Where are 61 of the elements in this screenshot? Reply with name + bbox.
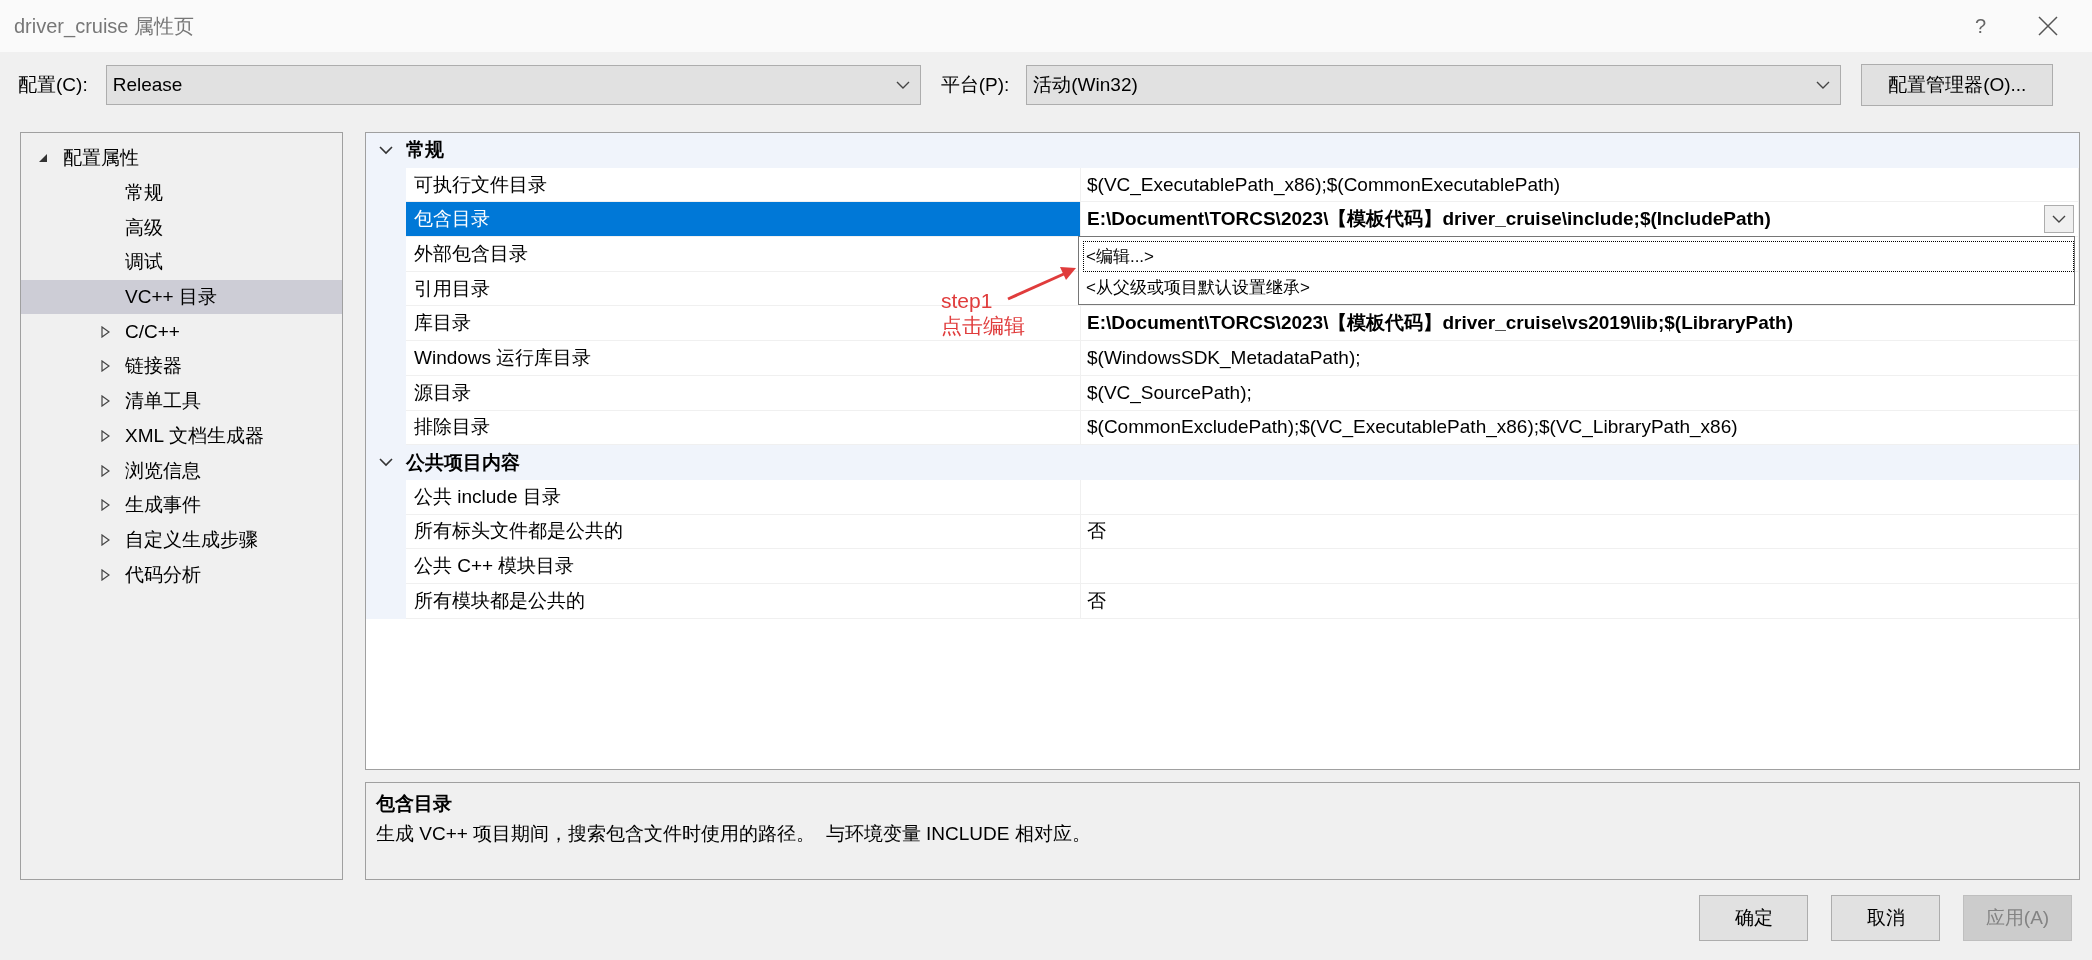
tree-item[interactable]: 生成事件 xyxy=(21,487,342,523)
property-name[interactable]: 外部包含目录 xyxy=(414,240,528,267)
section-header[interactable]: 常规 xyxy=(406,137,444,164)
help-button[interactable]: ? xyxy=(1974,14,1986,38)
property-value[interactable]: 否 xyxy=(1087,587,1106,614)
dialog-button[interactable]: 取消 xyxy=(1831,895,1940,941)
collapsed-arrow-icon[interactable] xyxy=(100,429,110,442)
dialog-button[interactable]: 确定 xyxy=(1699,895,1808,941)
collapsed-arrow-icon[interactable] xyxy=(100,533,110,546)
property-name[interactable]: 可执行文件目录 xyxy=(414,171,547,198)
config-manager-button[interactable]: 配置管理器(O)... xyxy=(1861,64,2054,106)
platform-label: 平台(P): xyxy=(940,73,1010,97)
collapsed-arrow-icon[interactable] xyxy=(100,395,110,408)
chevron-down-icon xyxy=(1816,80,1831,90)
expanded-arrow-icon[interactable] xyxy=(38,153,48,164)
chevron-down-icon xyxy=(895,80,910,90)
property-name[interactable]: 源目录 xyxy=(414,379,471,406)
config-dropdown[interactable]: Release xyxy=(105,65,921,105)
property-value[interactable]: $(WindowsSDK_MetadataPath); xyxy=(1087,346,1361,369)
collapsed-arrow-icon[interactable] xyxy=(100,325,110,338)
collapsed-arrow-icon[interactable] xyxy=(100,464,110,477)
tree-item[interactable]: C/C++ xyxy=(21,314,342,350)
description-text: 生成 VC++ 项目期间，搜索包含文件时使用的路径。 与环境变量 INCLUDE 相对应。 xyxy=(376,822,1092,846)
platform-dropdown[interactable]: 活动(Win32) xyxy=(1026,65,1842,105)
tree-item[interactable]: 高级 xyxy=(21,210,342,246)
property-name[interactable]: 引用目录 xyxy=(414,275,490,302)
tree-item[interactable]: 浏览信息 xyxy=(21,453,342,488)
annotation-arrow xyxy=(1007,267,1076,301)
description-title: 包含目录 xyxy=(376,792,453,816)
tree-item[interactable]: XML 文档生成器 xyxy=(21,418,342,454)
annotation-text: step1 xyxy=(941,288,994,313)
collapsed-arrow-icon[interactable] xyxy=(100,499,110,512)
property-name[interactable]: 排除目录 xyxy=(414,414,490,441)
tree-item[interactable]: 链接器 xyxy=(21,349,342,384)
tree-item[interactable]: 常规 xyxy=(21,175,342,211)
annotation-text: 点击编辑 xyxy=(941,313,1025,338)
property-value[interactable]: $(VC_SourcePath); xyxy=(1087,381,1252,404)
chevron-down-icon[interactable] xyxy=(379,145,393,155)
property-name[interactable]: 所有模块都是公共的 xyxy=(414,587,585,614)
section-header[interactable]: 公共项目内容 xyxy=(406,449,520,476)
property-name[interactable]: 包含目录 xyxy=(414,206,490,233)
tree-item[interactable]: 清单工具 xyxy=(21,383,342,419)
dropdown-button[interactable] xyxy=(2044,205,2074,234)
tree-item[interactable]: 调试 xyxy=(21,245,342,280)
property-name[interactable]: 公共 include 目录 xyxy=(414,483,561,510)
property-name[interactable]: 库目录 xyxy=(414,310,471,337)
chevron-down-icon xyxy=(2052,214,2066,224)
property-value[interactable]: 否 xyxy=(1087,518,1106,545)
dropdown-option[interactable]: <编辑...> xyxy=(1083,241,2074,273)
close-icon[interactable] xyxy=(2038,16,2058,36)
collapsed-arrow-icon[interactable] xyxy=(100,568,110,581)
tree-item[interactable]: 代码分析 xyxy=(21,557,342,592)
config-label: 配置(C): xyxy=(18,73,88,97)
dropdown-option[interactable]: <从父级或项目默认设置继承> xyxy=(1083,272,2074,304)
chevron-down-icon[interactable] xyxy=(379,458,393,468)
tree-item[interactable]: 自定义生成步骤 xyxy=(21,522,342,558)
tree-item[interactable]: 配置属性 xyxy=(21,141,342,176)
window-title: driver_cruise 属性页 xyxy=(14,13,196,40)
tree-item[interactable]: VC++ 目录 xyxy=(21,279,342,315)
property-name[interactable]: 公共 C++ 模块目录 xyxy=(414,553,575,580)
collapsed-arrow-icon[interactable] xyxy=(100,360,110,373)
